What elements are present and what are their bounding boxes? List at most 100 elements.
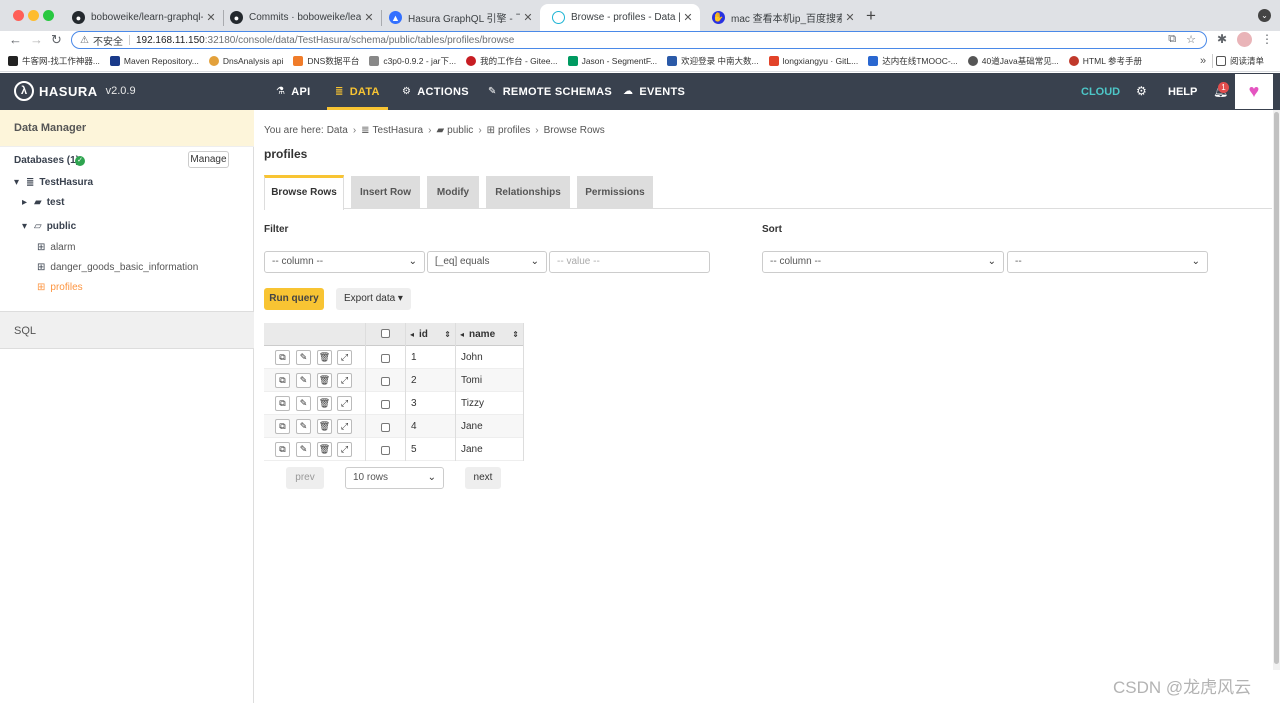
breadcrumb-schema[interactable]: public bbox=[447, 125, 473, 136]
back-icon[interactable]: ← bbox=[9, 31, 22, 49]
clone-row-icon[interactable]: ⧉ bbox=[275, 373, 290, 388]
tab-insert-row[interactable]: Insert Row bbox=[351, 176, 420, 209]
tab-modify[interactable]: Modify bbox=[427, 176, 479, 209]
run-query-button[interactable]: Run query bbox=[264, 288, 324, 310]
tree-schema-public[interactable]: ▾ ▱ public bbox=[22, 221, 76, 232]
more-bookmarks-button[interactable]: » bbox=[1200, 55, 1206, 67]
clone-row-icon[interactable]: ⧉ bbox=[275, 419, 290, 434]
browser-tab-5[interactable]: ✋ mac 查看本机ip_百度搜索 ✕ bbox=[700, 4, 862, 31]
column-header-name[interactable]: ◂ name ⇕ bbox=[456, 323, 524, 346]
clone-row-icon[interactable]: ⧉ bbox=[275, 350, 290, 365]
bookmark-item[interactable]: 达内在线TMOOC-... bbox=[868, 55, 958, 67]
delete-row-icon[interactable]: 🗑︎ bbox=[317, 396, 332, 411]
breadcrumb-table[interactable]: profiles bbox=[498, 125, 530, 136]
clone-row-icon[interactable]: ⧉ bbox=[275, 442, 290, 457]
forward-icon[interactable]: → bbox=[30, 31, 43, 49]
sidebar-table-danger-goods[interactable]: ⊞ danger_goods_basic_information bbox=[37, 262, 198, 273]
export-data-button[interactable]: Export data ▾ bbox=[336, 288, 411, 310]
cell-name[interactable]: John bbox=[456, 346, 524, 369]
row-checkbox[interactable] bbox=[381, 377, 390, 386]
bookmark-item[interactable]: 欢迎登录 中南大数... bbox=[667, 55, 759, 67]
minimize-window-button[interactable] bbox=[28, 10, 39, 21]
delete-row-icon[interactable]: 🗑︎ bbox=[317, 350, 332, 365]
sort-icon[interactable]: ⇕ bbox=[444, 323, 451, 346]
tab-close-icon[interactable]: ✕ bbox=[680, 11, 696, 24]
manage-button[interactable]: Manage bbox=[188, 151, 229, 168]
edit-row-icon[interactable]: ✎ bbox=[296, 442, 311, 457]
nav-actions[interactable]: ⚙ ACTIONS bbox=[402, 73, 469, 110]
bookmark-item[interactable]: Maven Repository... bbox=[109, 56, 199, 66]
delete-row-icon[interactable]: 🗑︎ bbox=[317, 442, 332, 457]
edit-row-icon[interactable]: ✎ bbox=[296, 419, 311, 434]
browser-menu-icon[interactable]: ⋮ bbox=[1261, 32, 1273, 46]
scrollbar-thumb[interactable] bbox=[1274, 112, 1279, 664]
bookmark-item[interactable]: HTML 参考手册 bbox=[1068, 55, 1142, 67]
nav-data[interactable]: ≣ DATA bbox=[327, 73, 388, 110]
filter-column-select[interactable]: -- column -- ⌄ bbox=[264, 251, 425, 273]
reading-list-button[interactable]: 阅读清单 bbox=[1216, 55, 1264, 67]
cell-id[interactable]: 1 bbox=[406, 346, 456, 369]
bookmark-item[interactable]: c3p0-0.9.2 - jar下... bbox=[369, 55, 456, 67]
edit-row-icon[interactable]: ✎ bbox=[296, 373, 311, 388]
bookmark-item[interactable]: DNS数据平台 bbox=[293, 55, 359, 67]
tab-browse-rows[interactable]: Browse Rows bbox=[264, 175, 344, 210]
nav-events[interactable]: ☁ EVENTS bbox=[623, 73, 685, 110]
tab-permissions[interactable]: Permissions bbox=[577, 176, 653, 209]
notifications-bell-icon[interactable]: 🔔︎1 bbox=[1213, 82, 1229, 98]
extensions-icon[interactable]: ✱ bbox=[1217, 32, 1227, 46]
profile-avatar[interactable] bbox=[1237, 32, 1252, 47]
bookmark-item[interactable]: longxiangyu · GitL... bbox=[768, 56, 858, 66]
clone-row-icon[interactable]: ⧉ bbox=[275, 396, 290, 411]
nav-api[interactable]: ⚗ API bbox=[276, 73, 311, 110]
tab-close-icon[interactable]: ✕ bbox=[520, 11, 536, 24]
tab-close-icon[interactable]: ✕ bbox=[361, 11, 377, 24]
tree-database-testhasura[interactable]: ▾ ≣ TestHasura bbox=[14, 177, 93, 188]
expand-row-icon[interactable]: ⤢ bbox=[337, 373, 352, 388]
bookmark-item[interactable]: DnsAnalysis api bbox=[208, 56, 283, 66]
row-checkbox[interactable] bbox=[381, 446, 390, 455]
nav-remote-schemas[interactable]: ✎ REMOTE SCHEMAS bbox=[488, 73, 612, 110]
translate-icon[interactable]: ⧉ bbox=[1168, 33, 1176, 46]
cell-name[interactable]: Tizzy bbox=[456, 392, 524, 415]
sidebar-sql[interactable]: SQL bbox=[0, 311, 254, 349]
cell-id[interactable]: 2 bbox=[406, 369, 456, 392]
next-page-button[interactable]: next bbox=[465, 467, 501, 489]
browser-tab-4[interactable]: Browse - profiles - Data | Hasu ✕ bbox=[540, 4, 700, 31]
reload-icon[interactable]: ↻ bbox=[51, 31, 62, 49]
cell-name[interactable]: Jane bbox=[456, 415, 524, 438]
hasura-logo[interactable]: λ HASURA v2.0.9 bbox=[14, 81, 136, 101]
column-header-id[interactable]: ◂ id ⇕ bbox=[406, 323, 456, 346]
bookmark-star-icon[interactable]: ☆ bbox=[1186, 33, 1196, 46]
expand-row-icon[interactable]: ⤢ bbox=[337, 396, 352, 411]
sort-order-select[interactable]: -- ⌄ bbox=[1007, 251, 1208, 273]
sort-column-select[interactable]: -- column -- ⌄ bbox=[762, 251, 1004, 273]
tab-search-icon[interactable]: ⌄ bbox=[1258, 9, 1271, 22]
cell-id[interactable]: 3 bbox=[406, 392, 456, 415]
bookmark-item[interactable]: Jason - SegmentF... bbox=[567, 56, 657, 66]
bookmark-item[interactable]: 40道Java基础常见... bbox=[967, 55, 1059, 67]
edit-row-icon[interactable]: ✎ bbox=[296, 396, 311, 411]
help-link[interactable]: HELP bbox=[1168, 86, 1197, 98]
edit-row-icon[interactable]: ✎ bbox=[296, 350, 311, 365]
prev-page-button[interactable]: prev bbox=[286, 467, 324, 489]
browser-tab-1[interactable]: ● boboweike/learn-graphql-sprin ✕ bbox=[60, 4, 223, 31]
delete-row-icon[interactable]: 🗑︎ bbox=[317, 419, 332, 434]
sort-icon[interactable]: ⇕ bbox=[512, 323, 519, 346]
settings-gear-icon[interactable]: ⚙ bbox=[1136, 84, 1147, 98]
sidebar-table-profiles[interactable]: ⊞ profiles bbox=[37, 282, 83, 293]
cloud-link[interactable]: CLOUD bbox=[1081, 86, 1120, 98]
expand-row-icon[interactable]: ⤢ bbox=[337, 350, 352, 365]
expand-row-icon[interactable]: ⤢ bbox=[337, 419, 352, 434]
delete-row-icon[interactable]: 🗑︎ bbox=[317, 373, 332, 388]
row-checkbox[interactable] bbox=[381, 400, 390, 409]
select-all-checkbox[interactable] bbox=[381, 329, 390, 338]
heart-icon[interactable]: ♥ bbox=[1235, 74, 1273, 109]
close-window-button[interactable] bbox=[13, 10, 24, 21]
expand-row-icon[interactable]: ⤢ bbox=[337, 442, 352, 457]
filter-value-input[interactable]: -- value -- bbox=[549, 251, 710, 273]
tab-close-icon[interactable]: ✕ bbox=[842, 11, 858, 24]
tree-schema-test[interactable]: ▸ ▰ test bbox=[22, 197, 65, 208]
tab-relationships[interactable]: Relationships bbox=[486, 176, 570, 209]
rows-per-page-select[interactable]: 10 rows ⌄ bbox=[345, 467, 444, 489]
browser-tab-2[interactable]: ● Commits · boboweike/learn-gr ✕ bbox=[218, 4, 381, 31]
